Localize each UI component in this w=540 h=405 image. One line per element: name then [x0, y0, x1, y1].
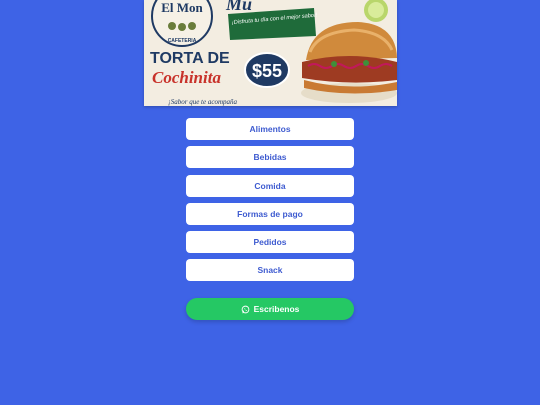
- headline-text: Mu: [225, 0, 252, 14]
- product-title-line2: Cochinita: [152, 68, 221, 87]
- whatsapp-button-label: Escribenos: [253, 304, 300, 314]
- product-title-line1: TORTA DE: [150, 50, 230, 67]
- menu-button-snack[interactable]: Snack: [186, 259, 354, 282]
- menu-button-pedidos[interactable]: Pedidos: [186, 231, 354, 254]
- menu-button-formas-de-pago[interactable]: Formas de pago: [186, 202, 354, 225]
- menu-button-comida[interactable]: Comida: [186, 174, 354, 197]
- promo-banner: El Mon CAFETERIA Mu ¡Disfruta tu día con…: [144, 0, 397, 106]
- menu-button-bebidas[interactable]: Bebidas: [186, 146, 354, 169]
- promo-banner-art: El Mon CAFETERIA Mu ¡Disfruta tu día con…: [144, 0, 397, 106]
- whatsapp-button[interactable]: Escribenos: [186, 298, 354, 320]
- price-badge: $55: [244, 52, 290, 88]
- slogan-text: ¡Sabor que te acompaña: [168, 98, 238, 106]
- category-menu: Alimentos Bebidas Comida Formas de pago …: [186, 118, 354, 288]
- svg-text:El Mon: El Mon: [161, 0, 203, 15]
- svg-text:CAFETERIA: CAFETERIA: [168, 38, 197, 44]
- whatsapp-icon: [241, 305, 249, 313]
- menu-button-alimentos[interactable]: Alimentos: [186, 118, 354, 140]
- svg-text:$55: $55: [252, 61, 282, 81]
